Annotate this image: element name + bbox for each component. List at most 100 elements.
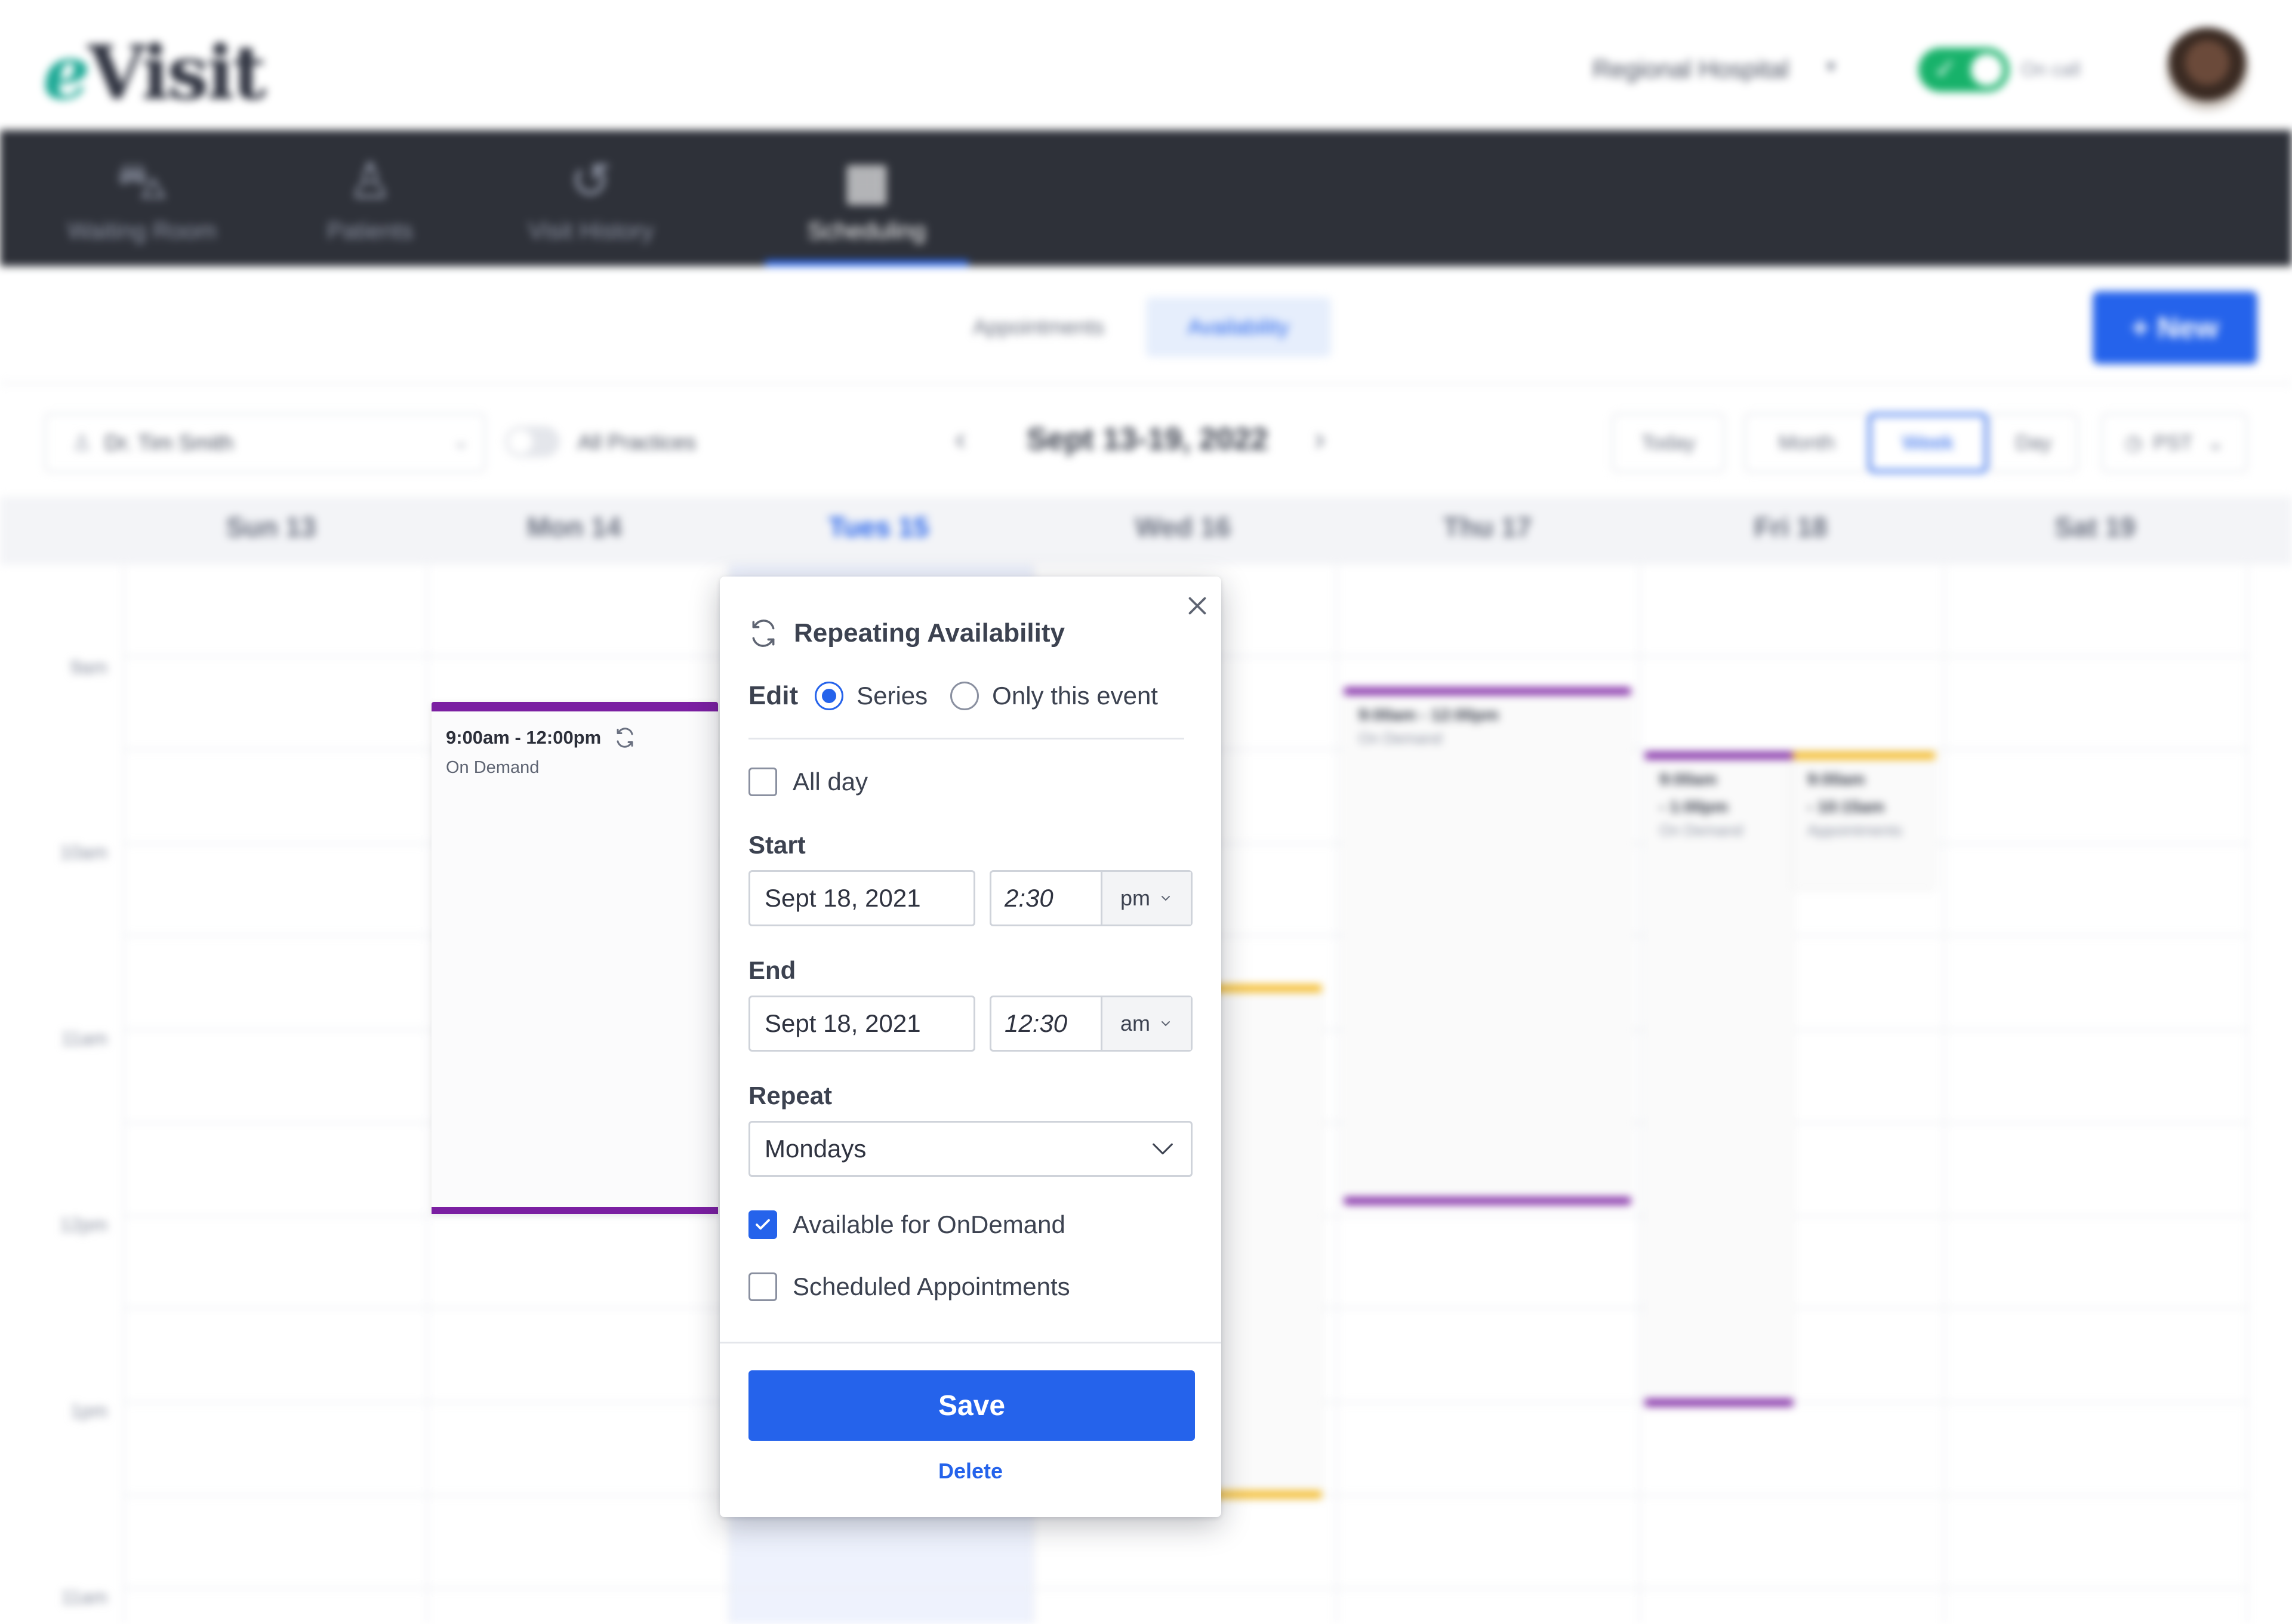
- modal-title: Repeating Availability: [794, 618, 1065, 648]
- grid-col-line: [426, 565, 428, 1624]
- grid-col-line: [2247, 565, 2248, 1624]
- all-day-label[interactable]: All day: [793, 768, 868, 796]
- event-mon-on-demand[interactable]: 9:00am - 12:00pm On Demand: [432, 702, 718, 1214]
- all-practices-toggle[interactable]: [505, 426, 560, 457]
- on-call-toggle[interactable]: ✓: [1918, 48, 2009, 92]
- repeating-availability-modal: Repeating Availability Edit Series Only …: [720, 577, 1221, 1517]
- modal-header: Repeating Availability: [748, 618, 1065, 648]
- schedule-subtabs: Appointments Availability: [931, 297, 1331, 357]
- start-time-field[interactable]: 2:30 pm: [990, 870, 1193, 926]
- day-header-sun: Sun 13: [226, 511, 316, 543]
- scheduled-row: Scheduled Appointments: [748, 1269, 1070, 1305]
- start-time-input[interactable]: 2:30: [991, 872, 1102, 925]
- all-practices-label: All Practices: [578, 430, 697, 454]
- only-this-event-radio-label[interactable]: Only this event: [992, 682, 1158, 710]
- nav-waiting-room[interactable]: ⛍ Waiting Room: [36, 130, 248, 266]
- day-header-sat: Sat 19: [2054, 511, 2136, 543]
- next-week-icon[interactable]: ›: [1314, 420, 1325, 457]
- start-label: Start: [748, 831, 806, 859]
- grid-col-line: [1639, 565, 1641, 1624]
- timezone-select[interactable]: ◷ PST ⌄: [2101, 413, 2248, 473]
- event-time: 9:00am - 12:00pm: [446, 727, 602, 748]
- end-ampm-select[interactable]: am: [1102, 997, 1191, 1050]
- nav-visit-history[interactable]: ↺ Visit History: [501, 130, 680, 266]
- start-ampm-select[interactable]: pm: [1102, 872, 1191, 925]
- car-icon: ⛍: [116, 152, 168, 209]
- repeat-icon: [617, 728, 633, 748]
- repeat-icon: [752, 620, 775, 647]
- hour-label: 11am: [61, 1586, 107, 1608]
- chevron-down-icon: ⌄: [453, 432, 469, 452]
- hour-label: 11am: [61, 1028, 107, 1049]
- top-bar: eVisit Regional Hospital ▾ ✓ On call: [0, 0, 2292, 130]
- delete-link[interactable]: Delete: [720, 1459, 1221, 1484]
- close-icon[interactable]: [1182, 591, 1212, 621]
- on-call-label: On call: [2021, 58, 2081, 80]
- check-icon: [756, 1219, 770, 1230]
- toolbar-divider: [0, 382, 2292, 384]
- divider: [748, 738, 1184, 739]
- end-time-field[interactable]: 12:30 am: [990, 996, 1193, 1052]
- hospital-selector[interactable]: Regional Hospital: [1592, 55, 1789, 84]
- check-icon: ✓: [1934, 53, 1957, 84]
- tab-availability[interactable]: Availability: [1146, 297, 1331, 357]
- all-day-row: All day: [748, 764, 868, 800]
- ondemand-checkbox[interactable]: [748, 1210, 777, 1239]
- prev-week-icon[interactable]: ‹: [955, 420, 966, 457]
- day-header-mon: Mon 14: [526, 511, 622, 543]
- view-day-button[interactable]: Day: [1989, 413, 2078, 473]
- series-radio[interactable]: [815, 682, 844, 710]
- tab-appointments[interactable]: Appointments: [931, 297, 1146, 357]
- edit-label: Edit: [748, 681, 799, 710]
- series-radio-label[interactable]: Series: [857, 682, 928, 710]
- ondemand-label[interactable]: Available for OnDemand: [793, 1210, 1065, 1239]
- user-icon: ♙: [347, 152, 393, 209]
- chevron-down-icon[interactable]: ▾: [1826, 56, 1835, 77]
- save-button[interactable]: Save: [748, 1370, 1195, 1441]
- day-header-tue: Tues 15: [828, 511, 929, 543]
- nav-patients[interactable]: ♙ Patients: [298, 130, 442, 266]
- footer-divider: [720, 1342, 1221, 1343]
- date-range-title: Sept 13-19, 2022: [1027, 422, 1268, 457]
- evisit-logo: eVisit: [43, 30, 266, 116]
- today-button[interactable]: Today: [1612, 413, 1725, 473]
- event-fri-on-demand[interactable]: 9:00am - 1:00pm On Demand: [1645, 752, 1793, 1406]
- event-thu-on-demand[interactable]: 9:00am - 12:00pm On Demand: [1344, 688, 1631, 1204]
- end-label: End: [748, 956, 796, 984]
- all-day-checkbox[interactable]: [748, 768, 777, 796]
- view-month-button[interactable]: Month: [1744, 413, 1869, 473]
- event-type: On Demand: [446, 758, 540, 777]
- day-header-fri: Fri 18: [1754, 511, 1828, 543]
- calendar-icon: ▦: [843, 152, 891, 209]
- chevron-down-icon: [1162, 1021, 1170, 1027]
- nav-scheduling[interactable]: ▦ Scheduling: [765, 130, 968, 266]
- repeat-value: Mondays: [765, 1135, 867, 1163]
- chevron-down-icon: [1153, 1143, 1173, 1155]
- new-button[interactable]: + New: [2093, 291, 2257, 364]
- day-header-thu: Thu 17: [1443, 511, 1532, 543]
- event-color-bar: [432, 702, 718, 711]
- repeat-label: Repeat: [748, 1081, 833, 1110]
- only-this-event-radio[interactable]: [950, 682, 979, 710]
- chevron-down-icon: ⌄: [2207, 432, 2225, 454]
- edit-scope-row: Edit Series Only this event: [748, 678, 1181, 714]
- view-week-button[interactable]: Week: [1868, 413, 1988, 473]
- main-nav: ⛍ Waiting Room ♙ Patients ↺ Visit Histor…: [0, 130, 2292, 266]
- repeat-select[interactable]: Mondays: [748, 1121, 1193, 1177]
- hour-label: 1pm: [70, 1400, 107, 1422]
- person-icon: ♙: [72, 430, 92, 455]
- day-header-wed: Wed 16: [1135, 511, 1231, 543]
- chevron-down-icon: [1162, 896, 1170, 901]
- scheduled-appointments-label[interactable]: Scheduled Appointments: [793, 1272, 1070, 1301]
- event-color-bar: [432, 1207, 718, 1214]
- end-time-input[interactable]: 12:30: [991, 997, 1102, 1050]
- grid-col-line: [1943, 565, 1945, 1624]
- start-date-field[interactable]: Sept 18, 2021: [748, 870, 975, 926]
- doctor-select[interactable]: ♙ Dr. Tim Smith ⌄: [44, 413, 486, 473]
- user-avatar[interactable]: [2165, 27, 2249, 111]
- grid-col-line: [123, 565, 125, 1624]
- end-date-field[interactable]: Sept 18, 2021: [748, 996, 975, 1052]
- event-fri-appointment[interactable]: 9:00am - 10:15am Appointments: [1793, 752, 1935, 888]
- history-icon: ↺: [569, 152, 612, 209]
- scheduled-appointments-checkbox[interactable]: [748, 1272, 777, 1301]
